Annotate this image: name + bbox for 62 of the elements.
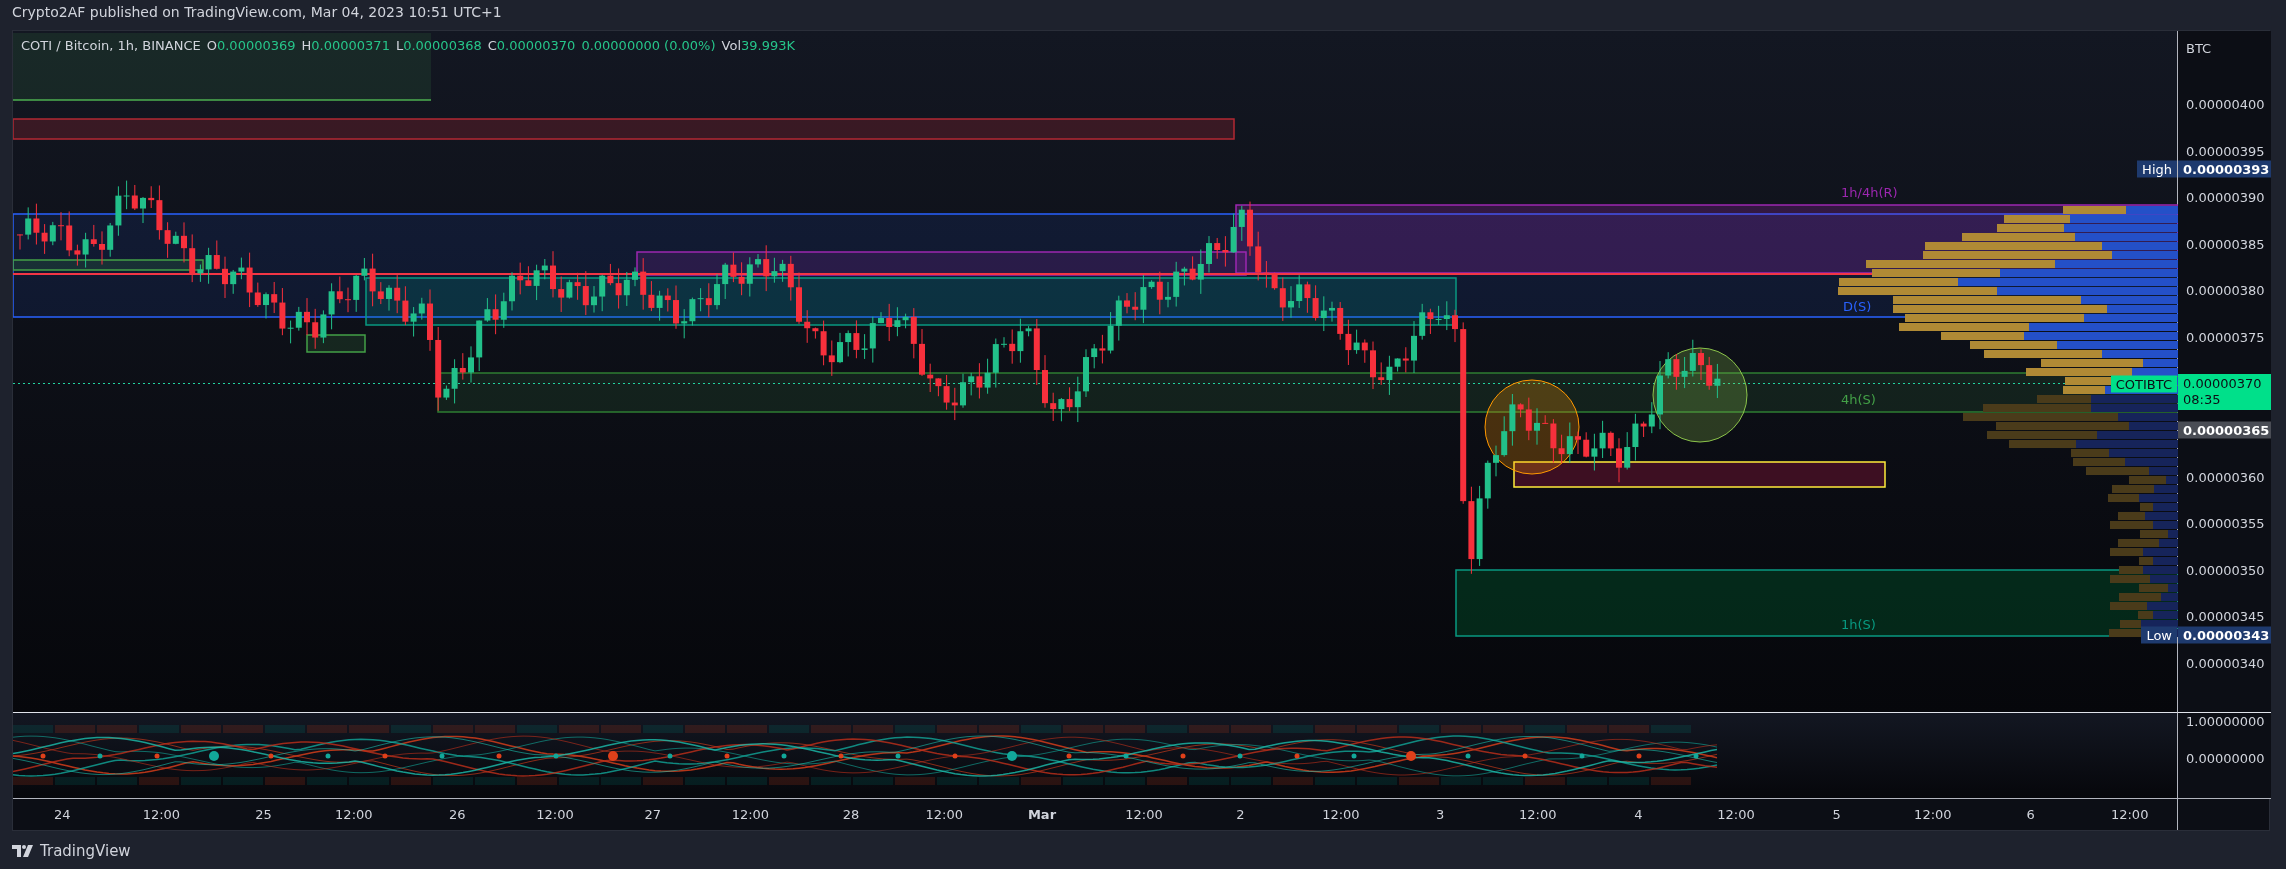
- price-tick: 0.00000345: [2186, 608, 2265, 624]
- zone-label: 1h/4h(R): [1841, 185, 1898, 200]
- zone-label: 1h(S): [1841, 617, 1876, 632]
- symbol-tag: COTIBTC: [2110, 375, 2177, 392]
- time-label: 27: [644, 807, 661, 822]
- time-label: 12:00: [1322, 807, 1360, 822]
- ohlc-value: 0.00000371: [311, 38, 390, 53]
- high-price-label: 0.00000393: [2178, 160, 2271, 178]
- last-price-label: 0.00000370 08:35: [2178, 373, 2271, 410]
- price-tick: 0.00000355: [2186, 515, 2265, 531]
- time-label: 26: [449, 807, 466, 822]
- time-label: 25: [255, 807, 272, 822]
- time-label: 12:00: [536, 807, 574, 822]
- ohlc-label: H: [301, 38, 312, 53]
- price-tick: 0.00000380: [2186, 282, 2265, 298]
- time-label: 12:00: [1519, 807, 1557, 822]
- ohlc-value: 0.00000368: [403, 38, 482, 53]
- time-label: 12:00: [335, 807, 373, 822]
- ohlc-label: L: [395, 38, 404, 53]
- indicator-tick: 0.00000000: [2186, 750, 2265, 766]
- volume-value: 39.993K: [741, 38, 795, 53]
- low-price-label: 0.00000343: [2178, 626, 2271, 644]
- price-tick: 0.00000360: [2186, 469, 2265, 485]
- price-tick: 0.00000400: [2186, 96, 2265, 112]
- time-label: 6: [2026, 807, 2035, 822]
- time-label: 3: [1435, 807, 1445, 822]
- zone-label: D(S): [1843, 299, 1872, 314]
- price-tick: 0.00000390: [2186, 189, 2265, 205]
- logo-icon[interactable]: [12, 845, 34, 857]
- ohlc-value: 0.00000369: [216, 38, 296, 53]
- price-tick: 0.00000375: [2186, 329, 2265, 345]
- time-label: 4: [1634, 807, 1643, 822]
- publisher-line: Crypto2AF published on TradingView.com, Mar 04, 2023 10:51 UTC+1: [12, 4, 502, 20]
- ohlc-value: 0.00000370: [496, 38, 576, 53]
- time-label: 12:00: [1125, 807, 1163, 822]
- time-label: 12:00: [731, 807, 770, 822]
- price-tick: 0.00000340: [2186, 655, 2265, 671]
- time-label: 5: [1832, 807, 1841, 822]
- ohlc-label: C: [487, 38, 497, 53]
- time-label: 12:00: [142, 807, 181, 822]
- time-label: 28: [842, 807, 860, 822]
- currency-label: BTC: [2186, 40, 2212, 56]
- time-label: 12:00: [925, 807, 964, 822]
- time-label: Mar: [1027, 807, 1057, 822]
- time-label: 12:00: [2110, 807, 2149, 822]
- time-label: 12:00: [1914, 807, 1952, 822]
- time-label: 2: [1236, 807, 1245, 822]
- price-change: 0.00000000 (0.00%): [581, 38, 716, 53]
- time-label: 24: [53, 807, 71, 822]
- low-tag: Low: [2141, 626, 2177, 644]
- zone-label: 4h(S): [1841, 392, 1876, 407]
- price-tick: 0.00000350: [2186, 562, 2265, 578]
- indicator-tick: 1.00000000: [2186, 713, 2265, 729]
- ohlc-label: O: [206, 38, 217, 53]
- high-tag: High: [2137, 160, 2177, 178]
- price-tick: 0.00000395: [2186, 143, 2265, 159]
- volume-label: Vol: [721, 38, 741, 53]
- symbol-title[interactable]: COTI / Bitcoin, 1h, BINANCE: [21, 38, 201, 53]
- price-tick: 0.00000385: [2186, 236, 2265, 252]
- brand-name[interactable]: TradingView: [40, 842, 131, 860]
- time-label: 12:00: [1717, 807, 1755, 822]
- price-marker-label: 0.00000365: [2178, 421, 2271, 439]
